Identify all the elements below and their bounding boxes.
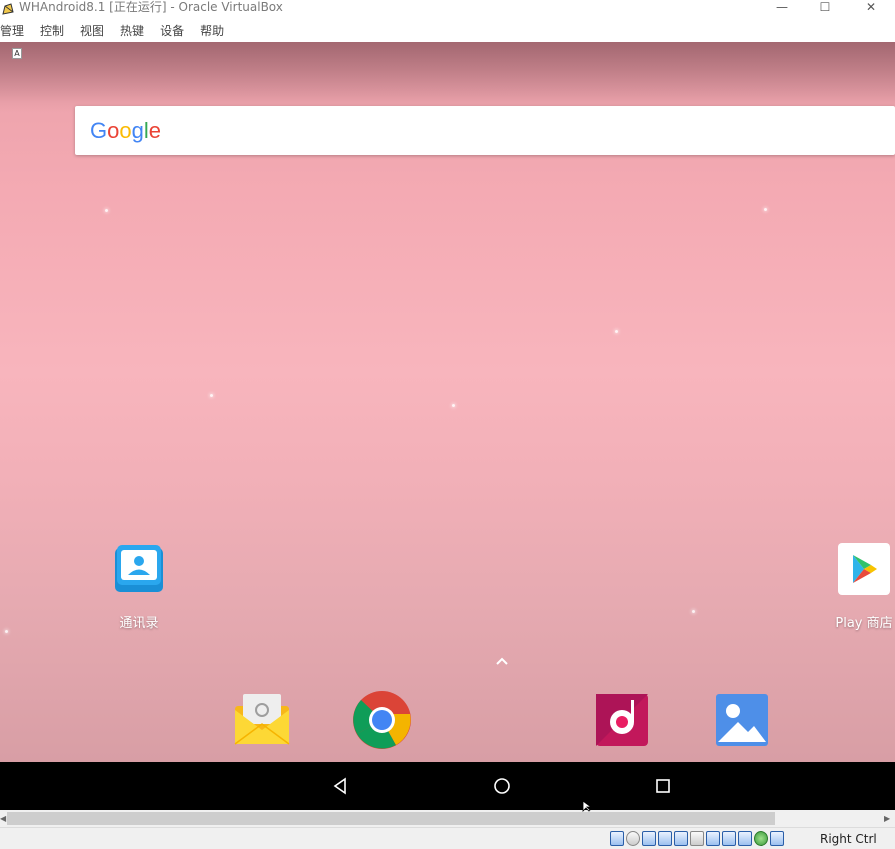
host-key-label: Right Ctrl xyxy=(820,832,877,846)
scroll-left-arrow-icon[interactable]: ◀ xyxy=(0,814,6,823)
wallpaper-sparkle xyxy=(452,404,455,407)
play-store-icon xyxy=(838,543,890,595)
android-nav-bar xyxy=(0,762,895,810)
contacts-icon xyxy=(115,545,163,592)
shared-folders-icon[interactable] xyxy=(690,831,704,846)
google-logo-letter: G xyxy=(90,118,108,143)
menu-help[interactable]: 帮助 xyxy=(200,21,224,42)
google-logo: Google xyxy=(90,118,161,144)
home-icon[interactable] xyxy=(491,775,513,797)
scroll-right-arrow-icon[interactable]: ▶ xyxy=(884,814,892,823)
app-drawer-arrow-icon[interactable] xyxy=(493,654,511,668)
window-title-bar[interactable]: WHAndroid8.1 [正在运行] - Oracle VirtualBox … xyxy=(0,0,895,21)
optical-drive-icon[interactable] xyxy=(626,831,640,846)
wallpaper-sparkle xyxy=(5,630,8,633)
display-icon[interactable] xyxy=(706,831,720,846)
music-icon[interactable] xyxy=(594,692,650,748)
email-icon[interactable] xyxy=(232,690,292,746)
window-title: WHAndroid8.1 [正在运行] - Oracle VirtualBox xyxy=(19,0,283,14)
mouse-integration-icon[interactable] xyxy=(770,831,784,846)
network-icon[interactable] xyxy=(658,831,672,846)
chrome-icon[interactable] xyxy=(352,690,412,750)
wallpaper-sparkle xyxy=(615,330,618,333)
wallpaper-sparkle xyxy=(105,209,108,212)
google-logo-letter: e xyxy=(148,118,162,143)
menu-hotkeys[interactable]: 热键 xyxy=(120,21,144,42)
gallery-icon[interactable] xyxy=(714,692,770,748)
app-label-contacts: 通讯录 xyxy=(119,616,159,631)
wallpaper-sparkle xyxy=(692,610,695,613)
maximize-button[interactable]: ☐ xyxy=(810,0,840,14)
usb-icon[interactable] xyxy=(674,831,688,846)
menu-manage[interactable]: 管理 xyxy=(0,21,24,42)
recents-icon[interactable] xyxy=(652,775,674,797)
wallpaper-sparkle xyxy=(210,394,213,397)
google-logo-letter: o xyxy=(107,118,120,143)
mouse-cursor-icon xyxy=(582,800,593,812)
google-logo-letter: g xyxy=(131,118,144,143)
menu-devices[interactable]: 设备 xyxy=(160,21,184,42)
audio-icon[interactable] xyxy=(642,831,656,846)
google-search-bar[interactable]: Google xyxy=(75,106,895,155)
scrollbar-thumb[interactable] xyxy=(7,812,775,825)
hard-disk-icon[interactable] xyxy=(610,831,624,846)
menu-view[interactable]: 视图 xyxy=(80,21,104,42)
status-icon-group xyxy=(610,831,784,846)
keyboard-capture-indicator: A xyxy=(12,48,22,59)
guest-additions-icon[interactable] xyxy=(754,831,768,846)
minimize-button[interactable]: — xyxy=(767,0,797,14)
horizontal-scrollbar[interactable]: ◀ ▶ xyxy=(0,810,895,827)
app-play-store[interactable]: Play 商店 xyxy=(824,542,895,631)
android-screen[interactable]: A Google 通讯录 Play 商店 xyxy=(0,42,895,762)
google-logo-letter: o xyxy=(119,118,132,143)
vm-status-bar: Right Ctrl xyxy=(0,827,895,849)
menu-control[interactable]: 控制 xyxy=(40,21,64,42)
virtualization-icon[interactable] xyxy=(738,831,752,846)
app-contacts[interactable]: 通讯录 xyxy=(99,542,179,631)
app-label-play-store: Play 商店 xyxy=(835,616,893,631)
video-capture-icon[interactable] xyxy=(722,831,736,846)
close-button[interactable]: ✕ xyxy=(856,0,886,14)
menu-bar: 管理 控制 视图 热键 设备 帮助 xyxy=(0,21,895,42)
back-icon[interactable] xyxy=(329,775,351,797)
wallpaper-sparkle xyxy=(764,208,767,211)
virtualbox-app-icon xyxy=(2,3,14,15)
